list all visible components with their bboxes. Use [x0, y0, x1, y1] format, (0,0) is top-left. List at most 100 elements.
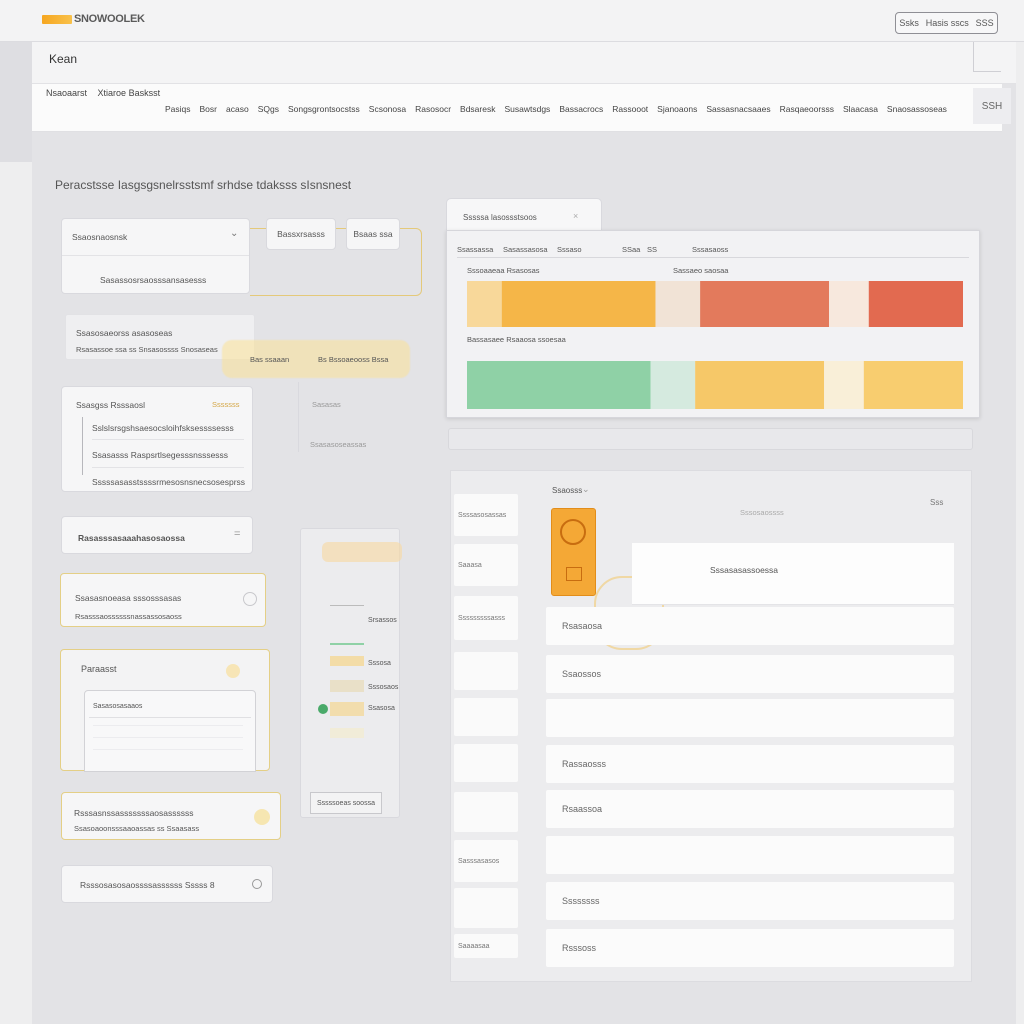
- list-item[interactable]: [454, 744, 518, 782]
- select-field[interactable]: Rasasssasaaahasosaossa =: [61, 516, 253, 554]
- tab[interactable]: SQgs: [258, 104, 279, 114]
- footer-label: Sssssoeas soossa: [317, 799, 375, 807]
- logo-text: SNOWOOLEK: [74, 13, 145, 25]
- list-item[interactable]: Sssssssssasss: [454, 596, 518, 640]
- bar-segment[interactable]: [863, 361, 963, 409]
- stacked-bar-chart: [467, 281, 963, 409]
- tab[interactable]: Bassacrocs: [559, 104, 603, 114]
- preview-card[interactable]: Paraasst Sasasosasaaos: [60, 649, 270, 772]
- list-thumb[interactable]: [322, 542, 402, 562]
- bar-segment[interactable]: [829, 281, 869, 327]
- list-thumb[interactable]: [330, 728, 364, 738]
- middle-list-panel: [300, 528, 400, 818]
- tab[interactable]: Bdsaresk: [460, 104, 495, 114]
- connector-card[interactable]: Ssaosnaosnsk ⌄ Sasassosrsaosssansasesss: [61, 218, 250, 294]
- tab[interactable]: Sassasnacsaaes: [706, 104, 770, 114]
- tab[interactable]: Slaacasa: [843, 104, 878, 114]
- status-dot-icon: [226, 664, 240, 678]
- list-item[interactable]: Ssasosa: [368, 705, 395, 712]
- list-item[interactable]: Sssosaos: [368, 684, 398, 691]
- list-thumb[interactable]: [330, 702, 364, 716]
- input-value: Rsssosasosaossssassssss Sssss 8: [80, 880, 215, 890]
- list-item[interactable]: Sslslsrsgshsaesocsloihfsksessssesss: [92, 423, 234, 433]
- scroll-track[interactable]: [448, 428, 973, 450]
- list-item[interactable]: Sasssasasos: [454, 840, 518, 882]
- header-corner-box[interactable]: [973, 42, 1001, 72]
- chart-tab[interactable]: Sssssa lasossstsoos ×: [446, 198, 602, 232]
- bar-segment[interactable]: [824, 361, 864, 409]
- table-row[interactable]: [546, 699, 954, 737]
- nav-tabs: Pasiqs Bosr acaso SQgs Songsgrontsocstss…: [165, 104, 947, 114]
- tab[interactable]: Rasosocr: [415, 104, 451, 114]
- table-row[interactable]: Rsaassoa: [546, 790, 954, 828]
- list-thumb[interactable]: [330, 680, 364, 692]
- chevron-down-icon[interactable]: ⌄: [582, 484, 590, 495]
- tab[interactable]: Songsgrontsocstss: [288, 104, 360, 114]
- grid-icon[interactable]: SSH: [973, 88, 1011, 124]
- table-row[interactable]: Rsasaosa: [546, 607, 954, 645]
- list-thumb[interactable]: [330, 656, 364, 666]
- list-item[interactable]: Saaaasaa: [454, 934, 518, 958]
- list-item[interactable]: Ssasasss Raspsrtlsegesssnsssesss: [92, 450, 228, 460]
- tab[interactable]: Snaosassoseas: [887, 104, 947, 114]
- list-thumb[interactable]: [330, 605, 364, 645]
- floating-label: Sasasas: [312, 400, 341, 409]
- panel-icon-label[interactable]: Sss: [930, 498, 943, 507]
- bar-segment[interactable]: [501, 281, 656, 327]
- tab[interactable]: Scsonosa: [369, 104, 406, 114]
- table-row[interactable]: [546, 836, 954, 874]
- tab[interactable]: Sjanoaons: [657, 104, 697, 114]
- breadcrumb-item[interactable]: Xtiaroe Basksst: [98, 88, 161, 98]
- list-item[interactable]: [454, 652, 518, 690]
- tab[interactable]: Pasiqs: [165, 104, 191, 114]
- list-item[interactable]: Sssosa: [368, 660, 391, 667]
- search-input[interactable]: Sssosaossss: [740, 508, 784, 517]
- info-card[interactable]: Rsssasnssasssssssaosassssss Ssasoaoonsss…: [61, 792, 281, 840]
- bar-segment[interactable]: [467, 361, 651, 409]
- bar-segment[interactable]: [650, 361, 696, 409]
- top-button-label-left: Ssks: [899, 18, 919, 28]
- list-item-label: Ssssasosassas: [458, 511, 507, 519]
- tab[interactable]: Rasqaeoorsss: [780, 104, 834, 114]
- hint-label: Bs Bssoaeooss Bssa: [318, 355, 389, 364]
- table-row[interactable]: Rassaosss: [546, 745, 954, 783]
- close-icon[interactable]: ×: [573, 211, 578, 221]
- list-item[interactable]: Sssssasasstssssrmesosnsnecsosesprss: [92, 477, 245, 487]
- input-field[interactable]: Rsssosasosaossssassssss Sssss 8: [61, 865, 273, 903]
- bar-segment[interactable]: [868, 281, 963, 327]
- table-row[interactable]: Ssssssss: [546, 882, 954, 920]
- selected-card[interactable]: Sssasasassoessa: [632, 543, 954, 605]
- list-item[interactable]: [454, 698, 518, 736]
- table-row[interactable]: Ssaossos: [546, 655, 954, 693]
- search-icon[interactable]: [243, 592, 257, 606]
- bar-segment[interactable]: [695, 361, 825, 409]
- tab[interactable]: Rassooot: [612, 104, 648, 114]
- tab[interactable]: Susawtsdgs: [504, 104, 550, 114]
- chevron-down-icon[interactable]: ⌄: [230, 228, 238, 239]
- top-button-label-mid: Hasis sscs: [925, 18, 969, 28]
- list-item[interactable]: [454, 792, 518, 832]
- list-item[interactable]: Srsassos: [368, 617, 397, 624]
- smiley-icon[interactable]: [551, 508, 596, 596]
- pill-button[interactable]: Bsaas ssa: [346, 218, 400, 250]
- table-row[interactable]: Rsssoss: [546, 929, 954, 967]
- pill-button[interactable]: Bassxrsasss: [266, 218, 336, 250]
- top-right-button[interactable]: Ssks Hasis sscs SSS: [895, 12, 998, 34]
- circle-icon[interactable]: [252, 879, 262, 889]
- list-item[interactable]: Ssssasosassas: [454, 494, 518, 536]
- tab[interactable]: Bosr: [200, 104, 217, 114]
- info-card[interactable]: Ssasasnoeasa sssosssasas Rsasssaossssssn…: [60, 573, 266, 627]
- card-title: Ssasgss Rsssaosl: [76, 400, 145, 410]
- card-label: Sssasasassoessa: [710, 565, 779, 575]
- list-item-label: Saaaasaa: [458, 942, 490, 950]
- list-item[interactable]: Saaasa: [454, 544, 518, 586]
- bar-segment[interactable]: [655, 281, 701, 327]
- list-footer-button[interactable]: Sssssoeas soossa: [310, 792, 382, 814]
- breadcrumb-item[interactable]: Nsaoaarst: [46, 88, 87, 98]
- menu-icon[interactable]: =: [234, 528, 240, 540]
- bar-segment[interactable]: [700, 281, 830, 327]
- tab[interactable]: acaso: [226, 104, 249, 114]
- list-item[interactable]: [454, 888, 518, 928]
- bar-segment[interactable]: [467, 281, 502, 327]
- app-header: [32, 42, 1016, 84]
